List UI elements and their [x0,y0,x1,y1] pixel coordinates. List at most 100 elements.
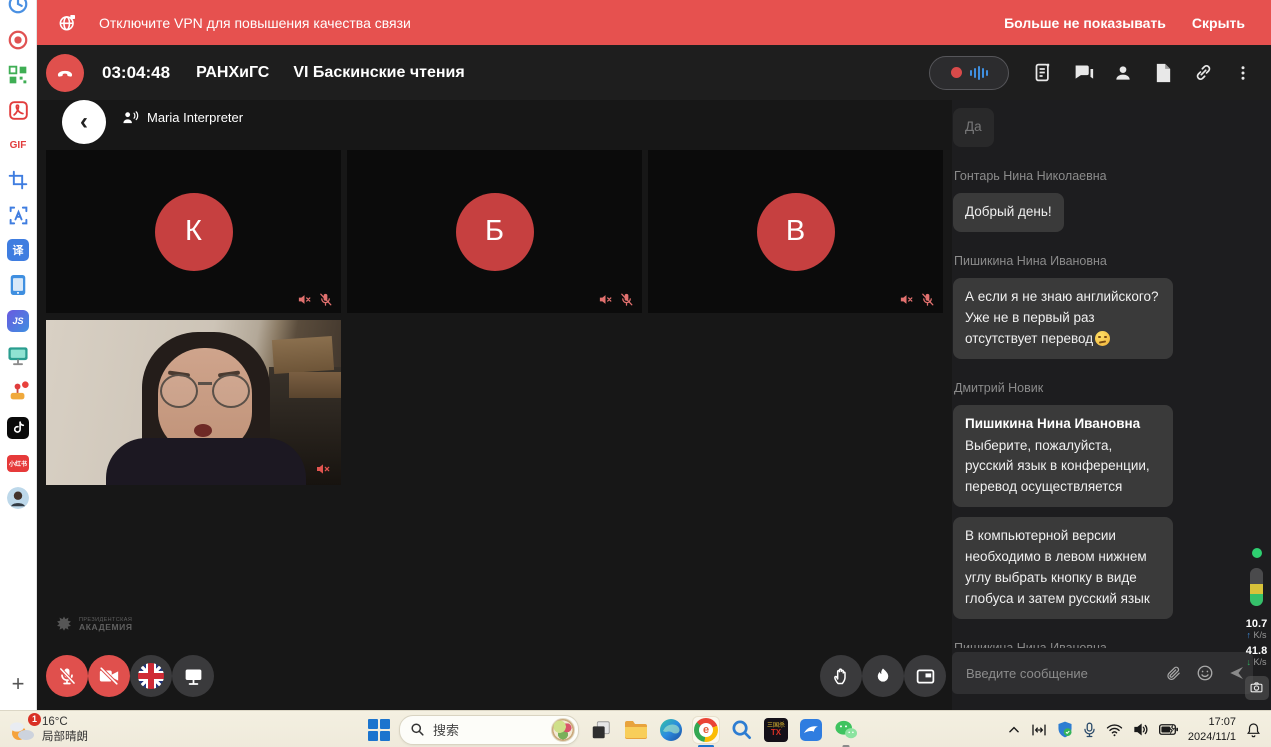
participant-tile: Б [347,150,642,313]
user-avatar[interactable] [7,487,29,509]
weather-icon: 1 [8,717,36,743]
qr-code-icon[interactable] [7,64,29,86]
raise-hand-button[interactable] [820,655,862,697]
interpreter-name: Maria Interpreter [147,110,243,125]
participant-tile: В [648,150,943,313]
sanguosha-game-icon[interactable]: 三国杀TX [763,717,789,743]
attach-file-icon[interactable] [1157,657,1189,689]
weather-widget[interactable]: 1 16°C 局部晴朗 [8,715,158,744]
tray-expand-chevron[interactable] [1007,723,1021,737]
uk-flag-language-button[interactable] [130,655,172,697]
download-speed: 41.8 [1246,645,1267,657]
vpn-banner: Отключите VPN для повышения качества свя… [36,0,1271,45]
academy-watermark: ПРЕЗИДЕНТСКАЯ АКАДЕМИЯ [54,615,133,635]
ocr-text-recognition-icon[interactable] [7,204,29,226]
picture-in-picture-button[interactable] [904,655,946,697]
mic-muted-icon [920,292,935,307]
taskbar-search[interactable]: 搜索 [399,715,579,745]
document-icon[interactable] [1143,53,1183,93]
uk-flag-icon [138,663,164,689]
chat-message-bubble: А если я не знаю английского? Уже не в п… [953,278,1173,359]
status-dot [1252,548,1262,558]
participant-avatar: К [155,193,233,271]
taskbar-clock[interactable]: 17:07 2024/11/1 [1188,715,1236,744]
chat-message-bubble: Пишикина Нина ИвановнаВыберите, пожалуйс… [953,405,1173,508]
search-placeholder: 搜索 [433,720,551,739]
back-button[interactable]: ‹ [62,100,106,144]
more-options-kebab-icon[interactable] [1223,53,1263,93]
search-tool-icon[interactable] [728,717,754,743]
chat-sender-name: Дмитрий Новик [954,381,1271,395]
call-timer: 03:04:48 [102,63,170,83]
screen-share-button[interactable] [172,655,214,697]
quoted-author: Пишикина Нина Ивановна [965,414,1161,435]
clock-date: 2024/11/1 [1188,730,1236,744]
weather-temp: 16°C [42,715,88,729]
crop-screenshot-icon[interactable] [7,169,29,191]
dont-show-again-button[interactable]: Больше не показывать [1004,15,1166,31]
vpn-globe-icon [58,13,77,32]
hide-banner-button[interactable]: Скрыть [1192,15,1245,31]
chat-sender-name: Пишикина Нина Ивановна [954,254,1271,268]
screen: GIF 译 JS 小红书 + [0,0,1271,747]
recording-indicator-button[interactable] [929,56,1009,90]
chat-sender-name: Пишикина Нина Ивановна [954,641,1271,648]
volume-icon[interactable] [1133,722,1149,737]
task-view-button[interactable] [588,717,614,743]
chat-message-list: ДаГонтарь Нина НиколаевнаДобрый день!Пиш… [952,100,1271,648]
js-tool-icon[interactable]: JS [7,310,29,332]
file-explorer-icon[interactable] [623,717,649,743]
tiktok-icon[interactable] [7,417,29,439]
game-center-icon[interactable] [7,381,29,403]
notes-icon[interactable] [1023,53,1063,93]
thunder-downloader-icon[interactable] [798,717,824,743]
xiaohongshu-icon[interactable]: 小红书 [7,452,29,474]
start-button[interactable] [368,719,390,741]
reactions-fire-button[interactable] [862,655,904,697]
clock-tool-icon[interactable] [7,0,29,15]
chat-message-bubble: Добрый день! [953,193,1064,232]
speaker-muted-icon [598,292,613,307]
chrome-browser-icon-active[interactable] [693,717,719,743]
snapshot-camera-icon[interactable] [1245,676,1269,700]
chat-message-bubble: В компьютерной версии необходимо в левом… [953,517,1173,619]
gif-tool-icon[interactable]: GIF [7,134,29,156]
participant-avatar: Б [456,193,534,271]
chat-sender-name: Гонтарь Нина Николаевна [954,169,1271,183]
search-highlight-food-icon [551,718,575,742]
battery-icon[interactable] [1159,723,1178,736]
emoji-picker-icon[interactable] [1189,657,1221,689]
pdf-reader-icon[interactable] [7,99,29,121]
chat-input-row [952,652,1253,694]
mic-muted-button[interactable] [46,655,88,697]
screen-record-icon[interactable] [7,29,29,51]
notifications-bell-icon[interactable] [1246,722,1261,738]
translate-icon[interactable]: 译 [7,239,29,261]
participants-icon[interactable] [1103,53,1143,93]
add-tool-button[interactable]: + [7,674,29,696]
windows-security-icon[interactable] [1057,721,1073,738]
interpreter-row: Maria Interpreter [122,110,243,125]
network-stats-overlay: 10.7 ↑ K/s 41.8 ↓ K/s [1242,548,1271,700]
edge-browser-icon[interactable] [658,717,684,743]
camera-off-button[interactable] [88,655,130,697]
screen-cast-icon[interactable] [7,345,29,367]
conference-title: VI Баскинские чтения [293,64,464,82]
copy-link-icon[interactable] [1183,53,1223,93]
ime-indicator-icon[interactable] [1031,723,1047,737]
speaker-muted-icon [899,292,914,307]
wifi-icon[interactable] [1106,723,1123,737]
call-header: 03:04:48 РАНХиГС VI Баскинские чтения [36,45,1271,100]
speaker-video-tile [46,320,341,485]
chat-toggle-icon[interactable] [1063,53,1103,93]
waveform-icon [970,66,988,80]
mic-muted-icon [318,292,333,307]
phone-mirror-icon[interactable] [7,274,29,296]
tray-microphone-icon[interactable] [1083,722,1096,738]
participant-tile: К [46,150,341,313]
video-stage: ‹ Maria Interpreter К Б В [36,100,952,710]
interpreter-speaking-icon [122,110,139,125]
hang-up-button[interactable] [46,54,84,92]
chat-message-input[interactable] [952,666,1157,681]
wechat-icon[interactable] [833,717,859,743]
